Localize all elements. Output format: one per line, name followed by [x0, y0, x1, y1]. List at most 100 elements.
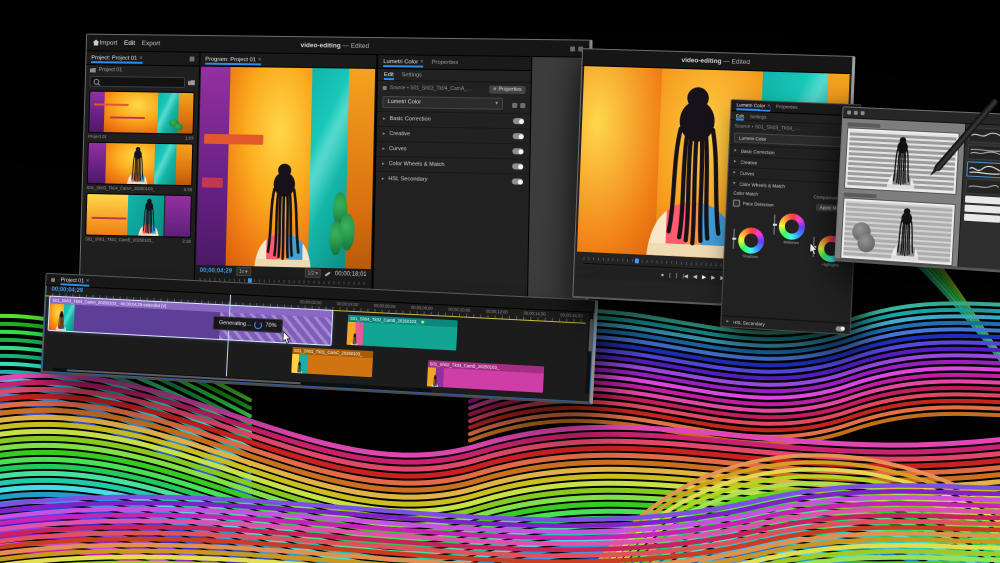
- section-toggle[interactable]: [512, 163, 523, 169]
- shadows-wheel[interactable]: Shadows: [735, 227, 766, 260]
- tab-program[interactable]: Program: Project 01×: [205, 56, 261, 63]
- ruler-tick: 00;00;10;00: [448, 307, 470, 313]
- properties-pill-button[interactable]: ≡Properties: [489, 86, 525, 95]
- tab-sequence[interactable]: Project 01×: [61, 277, 90, 284]
- mouse-cursor: [282, 330, 292, 342]
- add-marker-icon[interactable]: ●: [661, 273, 664, 279]
- face-detection-checkbox[interactable]: [733, 200, 740, 207]
- brush-tool-icon[interactable]: [861, 111, 865, 115]
- brush-presets-sidebar: [957, 124, 1000, 270]
- color-match-label: Color Match: [733, 191, 758, 197]
- chevron-right-icon: ▸: [733, 169, 736, 175]
- swatch[interactable]: [964, 205, 1000, 214]
- brush-preset[interactable]: [965, 178, 1000, 195]
- clip-orange[interactable]: S01_Sh01_Tk01_CamC_20250103_: [291, 347, 374, 377]
- workspace-icon[interactable]: [570, 46, 575, 51]
- brush-preset[interactable]: [967, 144, 1000, 161]
- step-back-icon[interactable]: ◀: [693, 275, 697, 281]
- close-icon[interactable]: ×: [420, 59, 424, 65]
- mark-out-icon[interactable]: }: [676, 274, 678, 280]
- subtab-settings[interactable]: Settings: [402, 72, 422, 78]
- midtones-wheel[interactable]: Midtones: [776, 213, 808, 246]
- midtones-slider[interactable]: [773, 215, 775, 235]
- review-app-window: [834, 106, 1000, 272]
- mark-in-icon[interactable]: {: [669, 274, 671, 280]
- marketing-scene: Import Edit Export video-editing — Edite…: [0, 0, 1000, 563]
- section-toggle[interactable]: [512, 148, 523, 154]
- reset-icon[interactable]: [520, 103, 525, 108]
- project-item[interactable]: S01_Sh03_Tk04_CamA_20250103_6:25: [87, 142, 194, 192]
- close-icon[interactable]: ×: [258, 57, 262, 63]
- ruler-tick: 00;00;14;00: [523, 310, 545, 316]
- vertical-scrollbar[interactable]: [585, 313, 593, 395]
- chevron-right-icon: ▸: [382, 161, 385, 167]
- close-icon[interactable]: ×: [767, 104, 771, 110]
- clip-icon: [383, 86, 387, 90]
- go-to-in-icon[interactable]: |◀: [682, 274, 688, 280]
- item-label: S01_Sh01_Tk01_CamB_20250103_: [85, 236, 154, 243]
- program-image: [196, 67, 375, 270]
- new-bin-icon[interactable]: [188, 80, 195, 85]
- wheel-label: Shadows: [735, 254, 765, 260]
- menu-edit[interactable]: Edit: [124, 39, 135, 46]
- chevron-right-icon: ▸: [383, 116, 386, 122]
- tab-properties[interactable]: Properties: [776, 104, 798, 110]
- playback-zoom-dropdown[interactable]: 1x▾: [236, 267, 251, 276]
- subtab-edit[interactable]: Edit: [384, 72, 394, 78]
- playhead-handle[interactable]: [635, 258, 639, 263]
- search-input[interactable]: [89, 76, 185, 88]
- ruler-tick: 00;00;06;00: [374, 303, 396, 309]
- current-timecode: 00;00;04;29: [200, 267, 232, 274]
- face-detection-label: Face Detection: [743, 201, 774, 208]
- close-icon[interactable]: ×: [86, 278, 90, 284]
- timeline-settings-icon[interactable]: [51, 277, 55, 281]
- tab-lumetri-color[interactable]: Lumetri Color×: [736, 102, 770, 109]
- settings-wrench-icon[interactable]: [325, 271, 331, 276]
- subtab-edit[interactable]: Edit: [736, 113, 744, 118]
- chevron-right-icon: ▸: [382, 146, 385, 152]
- clip-magenta[interactable]: S01_Sh02_Tk03_CamB_20250103_: [427, 360, 545, 393]
- step-forward-icon[interactable]: ▶: [711, 276, 715, 282]
- chevron-right-icon: ▸: [734, 147, 737, 153]
- section-hsl-secondary[interactable]: ▸HSL Secondary: [376, 171, 530, 189]
- clip-teal[interactable]: S01_Sh04_Tk02_CamB_20250103_: [347, 315, 458, 351]
- panel-menu-icon[interactable]: [190, 57, 195, 62]
- play-icon[interactable]: ▶: [702, 275, 706, 281]
- item-duration: 1:03: [185, 136, 193, 141]
- move-tool-icon[interactable]: [847, 110, 851, 114]
- program-monitor: Program: Project 01× 00;00;0: [194, 53, 377, 305]
- resolution-dropdown[interactable]: 1/2▾: [304, 268, 321, 277]
- effect-select[interactable]: Lumetri Color ▾: [382, 96, 503, 110]
- menu-export[interactable]: Export: [142, 40, 160, 47]
- source-clip-label: Source • S01_Sh03_Tk04_…: [734, 123, 841, 134]
- section-toggle[interactable]: [513, 118, 524, 124]
- menu-import[interactable]: Import: [99, 39, 117, 46]
- chevron-right-icon: ▸: [382, 176, 385, 182]
- swatch[interactable]: [964, 214, 1000, 223]
- ruler-tick: 00;00;04;00: [337, 301, 359, 307]
- close-icon[interactable]: ×: [139, 55, 143, 61]
- ruler-tick: 00;00;16;00: [560, 312, 583, 318]
- brush-preset-selected[interactable]: [966, 161, 1000, 178]
- shadows-slider[interactable]: [733, 229, 735, 249]
- section-toggle[interactable]: [836, 326, 845, 332]
- tab-project[interactable]: Project: Project 01×: [91, 55, 143, 62]
- swatch[interactable]: [965, 195, 1000, 204]
- premiere-window-back: video-editing — Edited ● { } |◀ ◀ ▶ ▶ ▶|: [572, 48, 855, 312]
- project-item[interactable]: Project 011:03: [88, 91, 195, 141]
- subtab-settings[interactable]: Settings: [750, 114, 767, 120]
- section-toggle[interactable]: [513, 133, 524, 139]
- item-duration: 2:18: [182, 239, 190, 244]
- premiere-window-main: Import Edit Export video-editing — Edite…: [79, 34, 593, 312]
- project-item[interactable]: S01_Sh01_Tk01_CamB_20250103_ 2:18: [85, 193, 192, 244]
- crop-tool-icon[interactable]: [854, 111, 858, 115]
- tab-properties[interactable]: Properties: [432, 59, 459, 65]
- section-toggle[interactable]: [512, 178, 523, 184]
- thumbnail-woman: [88, 143, 193, 185]
- wheel-label: Midtones: [776, 240, 806, 246]
- spinner-icon: [254, 321, 262, 329]
- tab-lumetri-color[interactable]: Lumetri Color×: [383, 59, 423, 66]
- fx-bypass-icon[interactable]: [512, 102, 517, 107]
- generating-percent: 70%: [265, 322, 276, 329]
- frame-card[interactable]: [840, 197, 956, 266]
